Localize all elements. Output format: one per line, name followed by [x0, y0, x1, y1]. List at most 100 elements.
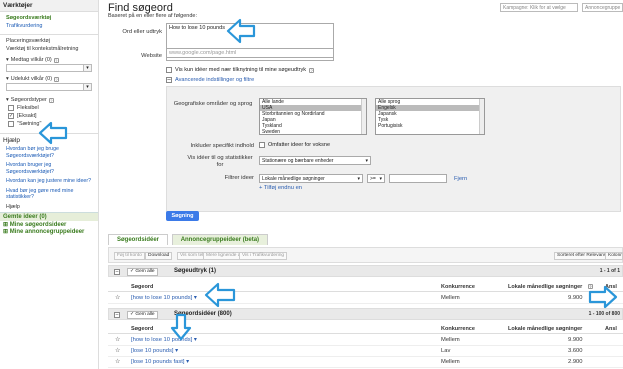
keyword-text: [how to lose 10 pounds]	[131, 295, 193, 301]
website-input[interactable]: www.google.com/page.html	[166, 48, 334, 58]
save-all-button[interactable]: ✓ Gem alle	[127, 311, 158, 319]
sidebar-item-traffic-estimator[interactable]: Trafikvurdering	[0, 22, 98, 30]
save-all-button[interactable]: ✓ Gem alle	[127, 268, 158, 276]
checkbox[interactable]	[259, 142, 265, 148]
column-competition[interactable]: Konkurrence	[441, 326, 475, 332]
saved-ideas-header: Gemte ideer (0)	[0, 212, 98, 221]
sidebar-item-keyword-tool[interactable]: Søgeordsværktøj	[0, 14, 98, 22]
collapse-icon[interactable]: –	[166, 77, 172, 83]
column-local-monthly[interactable]: Lokale månedlige søgninger	[508, 284, 582, 290]
column-global-monthly[interactable]: Ansl	[605, 326, 617, 332]
column-keyword[interactable]: Søgeord	[131, 326, 153, 332]
help-icon[interactable]: ?	[309, 67, 315, 73]
help-link-3[interactable]: Hvordan kan jeg justere mine ideer?	[0, 177, 98, 186]
sidebar-item-placement-tool[interactable]: Placeringsværktøj	[0, 37, 98, 45]
advanced-options-link[interactable]: Avancerede indstillinger og filtre	[175, 77, 254, 83]
dropdown-arrow-icon: ▾	[365, 157, 368, 164]
star-icon[interactable]: ☆	[115, 348, 120, 354]
help-link-1[interactable]: Hvordan bør jeg bruge Søgeordsværktøjet?	[0, 145, 98, 160]
star-icon: ✓	[130, 269, 135, 274]
adgroup-selector[interactable]: Annoncegruppe	[582, 3, 623, 12]
sort-dropdown[interactable]: Sorteret efter Relevans	[554, 252, 610, 260]
star-icon[interactable]: ☆	[115, 359, 120, 365]
collapse-icon[interactable]: –	[114, 269, 120, 275]
column-local-monthly[interactable]: Lokale månedlige søgninger	[508, 326, 582, 332]
checkbox-checked[interactable]: ✓	[8, 113, 14, 119]
only-close-option[interactable]: Vis kun idéer med nær tilknytning til mi…	[166, 67, 315, 73]
star-icon[interactable]: ☆	[115, 337, 120, 343]
match-type-broad[interactable]: Fleksibel	[8, 105, 90, 111]
tab-adgroup-ideas[interactable]: Annoncegruppeideer (beta)	[171, 234, 269, 245]
save-all-label: Gem alle	[135, 312, 155, 317]
include-terms-input[interactable]: ▾	[6, 64, 92, 72]
saved-link-label: Mine annoncegruppeideer	[9, 229, 85, 235]
add-filter-link[interactable]: + Tilføj endnu en	[259, 185, 302, 191]
language-listbox[interactable]: Alle sprog Engelsk Japansk Tysk Portugis…	[375, 98, 485, 135]
dropdown-arrow-icon: ▾	[193, 295, 197, 301]
help-link-2[interactable]: Hvordan bruger jeg Søgeordsværktøjet?	[0, 161, 98, 176]
filter-operator-select[interactable]: >= ▾	[367, 174, 385, 183]
filter-operator-value: >=	[370, 175, 376, 182]
traffic-estimator-button[interactable]: Vis i Trafikvurdering	[239, 252, 288, 260]
sidebar: Værktøjer Søgeordsværktøj Trafikvurderin…	[0, 0, 99, 369]
campaign-selector[interactable]: Kampagne: Klik for at vælge	[500, 3, 578, 12]
location-option[interactable]: Sweden	[260, 129, 366, 134]
star-icon[interactable]: ☆	[115, 295, 120, 301]
help-icon[interactable]: ?	[53, 57, 59, 63]
filter-metric-select[interactable]: Lokale månedlige søgninger ▾	[259, 174, 363, 183]
saved-adgroup-ideas-link[interactable]: ⊞ Mine annoncegruppeideer	[0, 228, 98, 235]
device-select-value: Stationære og bærbare enheder	[262, 157, 334, 164]
collapse-icon[interactable]: –	[114, 312, 120, 318]
remove-filter-link[interactable]: Fjern	[454, 176, 467, 182]
checkbox[interactable]	[8, 121, 14, 127]
keyword-link[interactable]: [lose 10 pounds fast] ▾	[131, 359, 189, 365]
match-types-section[interactable]: ▾ Søgeordstyper ?	[6, 97, 92, 103]
exclude-terms-input[interactable]: ▾	[6, 83, 92, 91]
search-button[interactable]: Søgning	[166, 211, 199, 221]
expand-icon: ▾	[6, 76, 9, 82]
advanced-options-toggle[interactable]: – Avancerede indstillinger og filtre	[166, 77, 254, 83]
checkbox[interactable]	[8, 105, 14, 111]
sidebar-item-context-tool[interactable]: Værktøj til kontekstmålretning	[0, 45, 98, 53]
keyword-link[interactable]: [how to lose 10 pounds] ▾	[131, 295, 197, 301]
column-competition[interactable]: Konkurrence	[441, 284, 475, 290]
dropdown-arrow-icon[interactable]: ▾	[83, 84, 91, 90]
help-link[interactable]: Hjælp	[0, 203, 98, 212]
location-listbox[interactable]: Alle lande USA Storbritannien og Nordirl…	[259, 98, 367, 135]
tab-keyword-ideas[interactable]: Søgeordsidéer	[108, 234, 169, 245]
columns-button[interactable]: Kolonner	[605, 252, 623, 260]
adult-ideas-option[interactable]: Omfatter ideer for voksne	[259, 142, 330, 148]
add-to-account-button[interactable]: Føj til konto	[114, 252, 145, 260]
download-button[interactable]: Download	[145, 252, 173, 260]
tools-header: Værktøjer	[0, 0, 98, 12]
column-keyword[interactable]: Søgeord	[131, 284, 153, 290]
match-type-exact[interactable]: ✓ [Eksakt]	[8, 113, 90, 119]
annotation-arrow-down-icon	[170, 313, 192, 341]
help-link-4[interactable]: Hvad bør jeg gøre med mine statistikker?	[0, 187, 98, 202]
keyword-link[interactable]: [lose 10 pounds] ▾	[131, 348, 178, 354]
column-header-row: Søgeord Konkurrence Lokale månedlige søg…	[108, 282, 623, 292]
geo-language-label: Geografiske områder og sprog	[173, 101, 253, 107]
only-close-label: Vis kun idéer med nær tilknytning til mi…	[175, 67, 307, 73]
exclude-terms-section[interactable]: ▾ Udelukt vilkår (0) ?	[6, 76, 92, 82]
filter-value-input[interactable]	[389, 174, 447, 183]
table-row: ☆ [lose 10 pounds] ▾ Lav 3.600	[108, 346, 623, 357]
include-terms-section[interactable]: ▾ Medtag vilkår (0) ?	[6, 57, 92, 63]
dropdown-arrow-icon: ▾	[193, 337, 197, 343]
show-ideas-label: Vis idéer til og statistikker for	[187, 155, 253, 168]
filter-metric-value: Lokale månedlige søgninger	[262, 175, 325, 182]
scrollbar[interactable]	[361, 99, 366, 134]
local-searches-cell: 3.600	[568, 348, 583, 354]
checkbox[interactable]	[166, 67, 172, 73]
local-searches-cell: 9.900	[568, 295, 583, 301]
help-icon[interactable]: ?	[54, 76, 60, 82]
dropdown-arrow-icon[interactable]: ▾	[83, 65, 91, 71]
device-select[interactable]: Stationære og bærbare enheder ▾	[259, 156, 371, 165]
local-searches-cell: 9.900	[568, 337, 583, 343]
expand-icon: ▾	[6, 57, 9, 63]
help-icon[interactable]: ?	[48, 97, 54, 103]
saved-keyword-ideas-link[interactable]: ⊞ Mine søgeordsideer	[0, 221, 98, 228]
scrollbar[interactable]	[479, 99, 484, 134]
website-label: Website	[141, 53, 162, 59]
language-option[interactable]: Portugisisk	[376, 123, 484, 129]
